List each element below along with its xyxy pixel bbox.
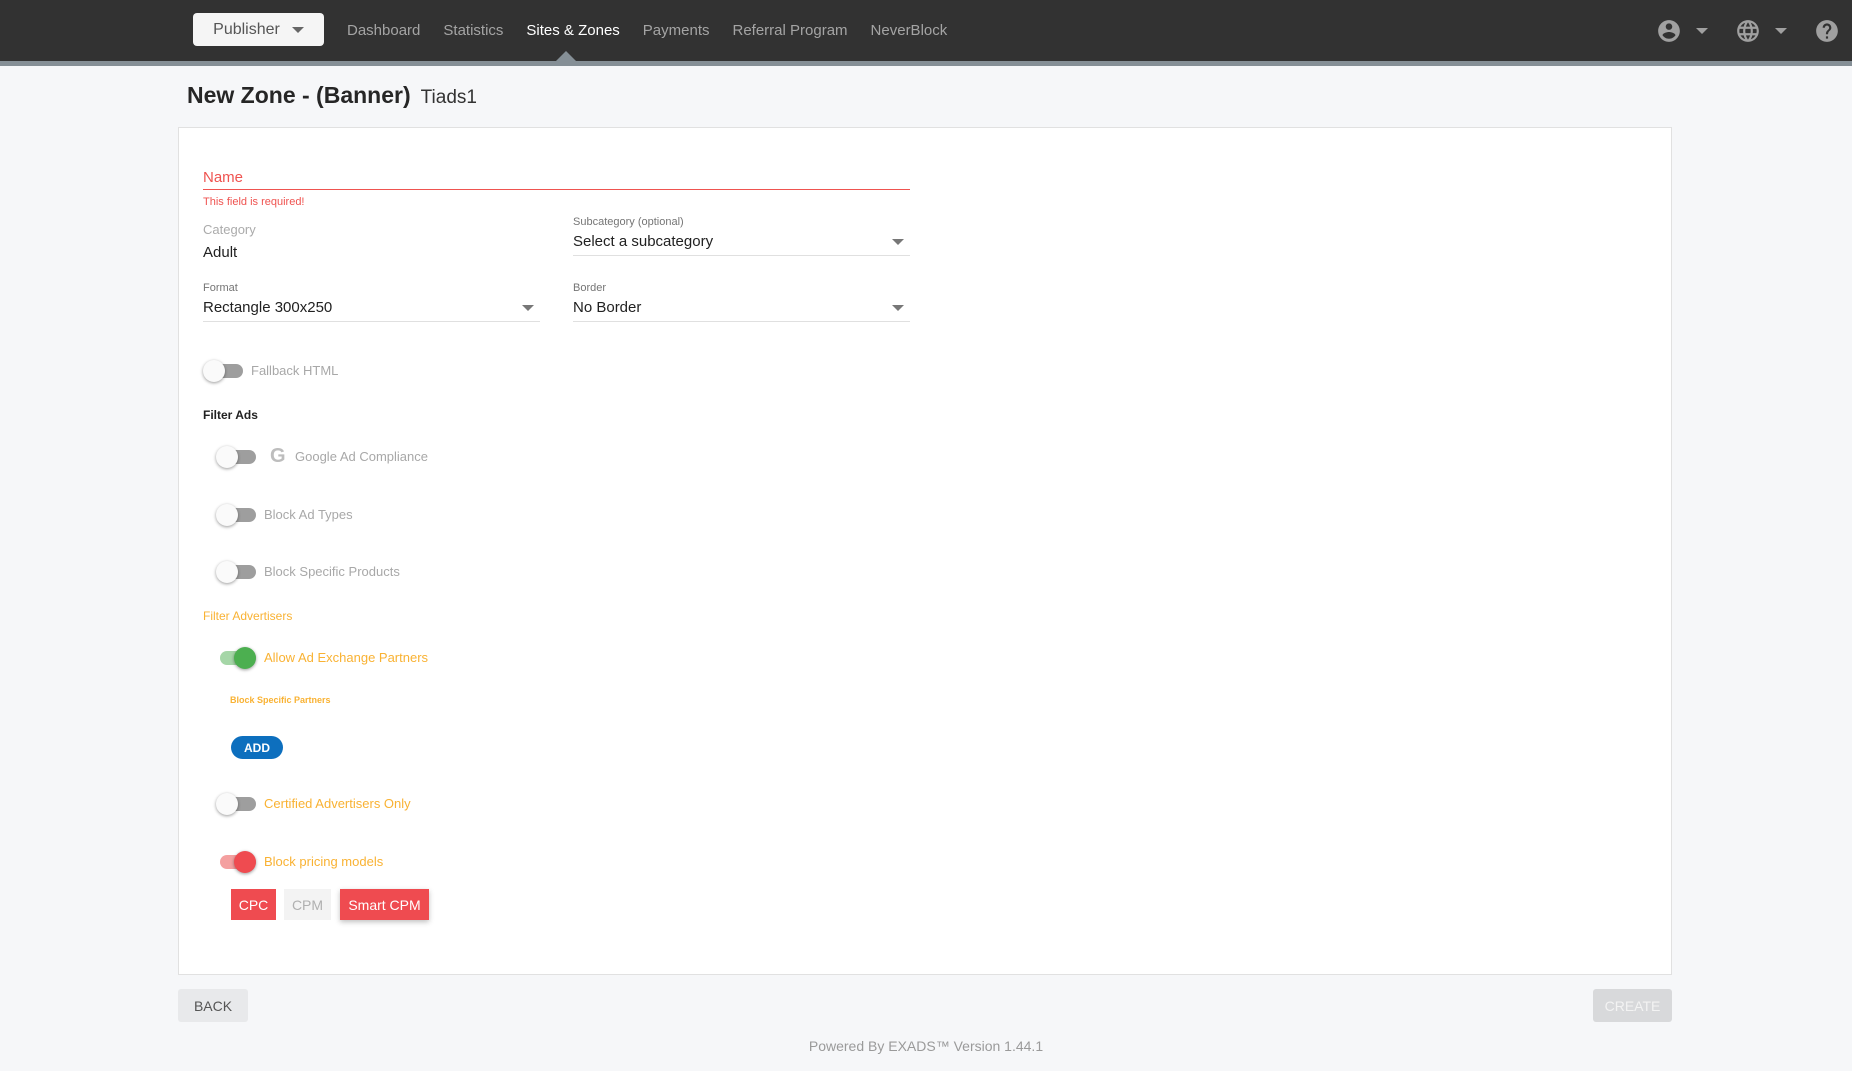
language-menu[interactable]	[1735, 18, 1787, 44]
nav-statistics[interactable]: Statistics	[443, 22, 503, 39]
footer-version: Powered By EXADS™ Version 1.44.1	[808, 1038, 1044, 1054]
google-icon: G	[270, 445, 286, 467]
format-select[interactable]: Rectangle 300x250	[203, 294, 540, 322]
page-heading: New Zone - (Banner) Tiads1	[187, 82, 477, 109]
zone-form-card: This field is required! Category Adult S…	[178, 127, 1672, 975]
create-button[interactable]: CREATE	[1593, 989, 1672, 1022]
pricing-smart-cpm-button[interactable]: Smart CPM	[340, 889, 429, 920]
globe-icon	[1737, 19, 1759, 42]
main-nav: Dashboard Statistics Sites & Zones Payme…	[347, 0, 970, 61]
border-label: Border	[573, 282, 607, 294]
allow-ad-exchange-label: Allow Ad Exchange Partners	[264, 650, 429, 665]
google-ad-compliance-toggle[interactable]	[216, 446, 256, 468]
help-icon	[1816, 19, 1838, 42]
dropdown-arrow-icon	[522, 304, 534, 311]
border-select[interactable]: No Border	[573, 294, 910, 322]
nav-sites-zones[interactable]: Sites & Zones	[526, 22, 619, 39]
name-error: This field is required!	[203, 196, 305, 208]
account-menu[interactable]	[1656, 18, 1708, 44]
category-value: Adult	[203, 244, 238, 261]
block-pricing-models-label: Block pricing models	[264, 854, 384, 869]
category-label: Category	[203, 222, 256, 237]
certified-advertisers-label: Certified Advertisers Only	[264, 796, 411, 811]
chevron-down-icon	[1696, 27, 1708, 34]
back-button[interactable]: BACK	[178, 989, 248, 1022]
block-specific-products-toggle[interactable]	[216, 561, 256, 583]
subcategory-select[interactable]: Select a subcategory	[573, 228, 910, 256]
subcategory-label: Subcategory (optional)	[573, 216, 684, 228]
block-specific-products-label: Block Specific Products	[264, 564, 400, 579]
filter-advertisers-title: Filter Advertisers	[203, 609, 293, 623]
name-input[interactable]	[203, 166, 910, 188]
navbar-stripe	[0, 61, 1852, 66]
account-circle-icon	[1658, 19, 1680, 42]
header-actions	[1656, 0, 1852, 61]
format-value: Rectangle 300x250	[203, 299, 333, 316]
format-label: Format	[203, 282, 238, 294]
certified-advertisers-toggle[interactable]	[216, 793, 256, 815]
help-button[interactable]	[1814, 18, 1840, 44]
dropdown-arrow-icon	[892, 238, 904, 245]
pricing-cpm-button[interactable]: CPM	[284, 889, 331, 920]
nav-neverblock[interactable]: NeverBlock	[871, 22, 948, 39]
page-title: New Zone - (Banner)	[187, 82, 411, 108]
border-value: No Border	[573, 299, 642, 316]
block-ad-types-label: Block Ad Types	[264, 507, 353, 522]
site-name: Tiads1	[420, 87, 477, 108]
active-nav-indicator	[556, 51, 576, 61]
pricing-cpc-button[interactable]: CPC	[231, 889, 276, 920]
subcategory-value: Select a subcategory	[573, 233, 714, 250]
role-selector-button[interactable]: Publisher	[193, 13, 324, 46]
fallback-html-toggle[interactable]	[203, 360, 243, 382]
chevron-down-icon	[1775, 27, 1787, 34]
nav-payments[interactable]: Payments	[643, 22, 710, 39]
nav-dashboard[interactable]: Dashboard	[347, 22, 420, 39]
block-pricing-models-toggle[interactable]	[216, 851, 256, 873]
chevron-down-icon	[291, 26, 304, 33]
block-specific-partners-label: Block Specific Partners	[230, 695, 331, 705]
nav-referral-program[interactable]: Referral Program	[733, 22, 848, 39]
name-field[interactable]	[203, 166, 910, 190]
google-ad-compliance-label: Google Ad Compliance	[295, 449, 428, 464]
dropdown-arrow-icon	[892, 304, 904, 311]
role-selector-label: Publisher	[213, 20, 280, 38]
filter-ads-title: Filter Ads	[203, 408, 258, 422]
add-partner-button[interactable]: ADD	[231, 736, 283, 759]
block-ad-types-toggle[interactable]	[216, 504, 256, 526]
fallback-html-label: Fallback HTML	[251, 363, 339, 378]
allow-ad-exchange-toggle[interactable]	[216, 647, 256, 669]
